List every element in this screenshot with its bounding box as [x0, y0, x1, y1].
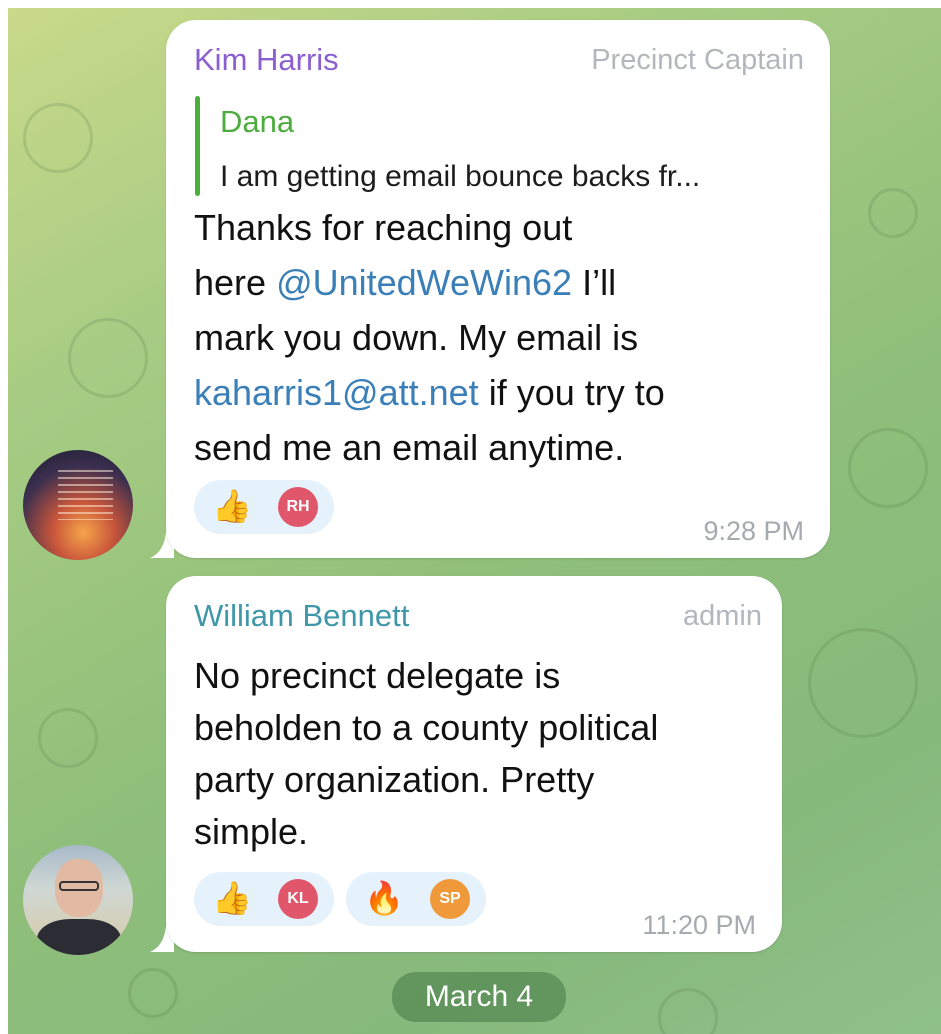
- thumbs-up-icon: 👍: [212, 879, 252, 917]
- message-line: Thanks for reaching out: [194, 210, 572, 246]
- message-bubble[interactable]: William Bennett admin No precinct delega…: [166, 576, 782, 952]
- chat-background: Kim Harris Precinct Captain Dana I am ge…: [8, 8, 941, 1034]
- quote-sunset-avatar[interactable]: [23, 450, 133, 560]
- doodle-decoration: [38, 708, 98, 768]
- message-line: beholden to a county political: [194, 710, 658, 746]
- doodle-decoration: [68, 318, 148, 398]
- reply-quote-bar: [195, 96, 200, 196]
- reply-quote-text: I am getting email bounce backs fr...: [220, 160, 701, 193]
- doodle-decoration: [658, 988, 718, 1034]
- message-text-segment: if you try to: [478, 372, 665, 413]
- message-line: kaharris1@att.net if you try to: [194, 375, 665, 411]
- fire-icon: 🔥: [364, 879, 404, 917]
- message-bubble[interactable]: Kim Harris Precinct Captain Dana I am ge…: [166, 20, 830, 558]
- message-line: send me an email anytime.: [194, 430, 624, 466]
- message-text-segment: No precinct delegate is: [194, 655, 561, 696]
- message-timestamp: 9:28 PM: [703, 516, 804, 546]
- message-text-segment: here: [194, 262, 277, 303]
- message-line: party organization. Pretty: [194, 762, 594, 798]
- reply-quote-name: Dana: [220, 104, 295, 139]
- sender-role-label: Precinct Captain: [591, 44, 804, 76]
- doodle-decoration: [23, 103, 93, 173]
- reactor-avatar: RH: [278, 487, 318, 527]
- avatar-glasses: [59, 881, 99, 891]
- sender-role-label: admin: [683, 600, 762, 632]
- avatar-suit: [37, 919, 121, 955]
- reaction-chip[interactable]: 👍 RH: [194, 480, 334, 534]
- reactor-avatar: SP: [430, 879, 470, 919]
- thumbs-up-icon: 👍: [212, 487, 252, 525]
- doodle-decoration: [848, 428, 928, 508]
- message-timestamp: 11:20 PM: [642, 910, 756, 940]
- message-text-segment: send me an email anytime.: [194, 427, 625, 468]
- reactor-avatar: KL: [278, 879, 318, 919]
- email-link[interactable]: kaharris1@att.net: [194, 372, 479, 413]
- reaction-chip[interactable]: 🔥 SP: [346, 872, 486, 926]
- message-line: mark you down. My email is: [194, 320, 638, 356]
- message-text-segment: Thanks for reaching out: [194, 207, 573, 248]
- man-portrait-avatar[interactable]: [23, 845, 133, 955]
- message-line: here @UnitedWeWin62 I’ll: [194, 265, 616, 301]
- message-text-segment: beholden to a county political: [194, 707, 659, 748]
- message-text-segment: mark you down. My email is: [194, 317, 639, 358]
- sender-name[interactable]: William Bennett: [194, 598, 409, 634]
- doodle-decoration: [868, 188, 918, 238]
- date-separator: March 4: [392, 972, 566, 1022]
- avatar-quote-text-lines: [58, 470, 113, 520]
- message-text-segment: simple.: [194, 811, 309, 852]
- sender-name[interactable]: Kim Harris: [194, 42, 339, 78]
- message-line: No precinct delegate is: [194, 658, 560, 694]
- message-text-segment: I’ll: [572, 262, 617, 303]
- reaction-chip[interactable]: 👍 KL: [194, 872, 334, 926]
- doodle-decoration: [808, 628, 918, 738]
- message-line: simple.: [194, 814, 308, 850]
- doodle-decoration: [128, 968, 178, 1018]
- mention-link[interactable]: @UnitedWeWin62: [276, 262, 572, 303]
- message-text-segment: party organization. Pretty: [194, 759, 595, 800]
